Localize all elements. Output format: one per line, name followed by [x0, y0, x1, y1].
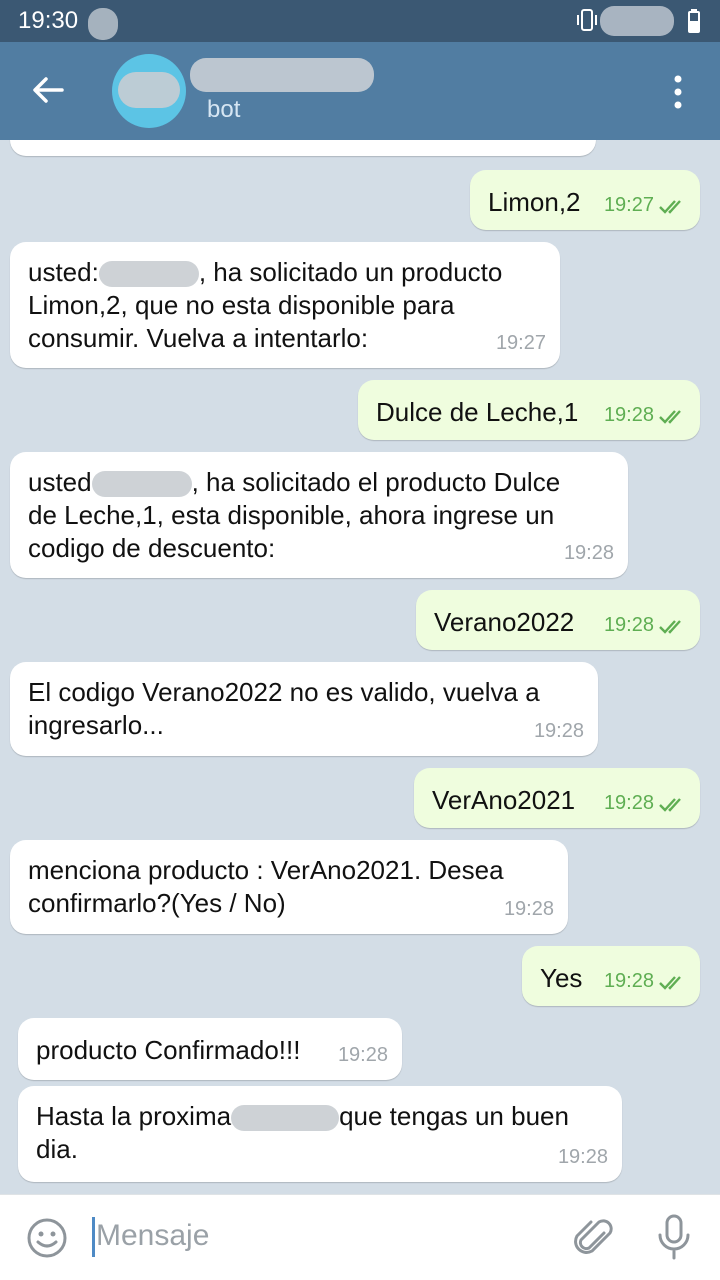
- double-check-icon: [659, 619, 681, 634]
- message-time: 19:28: [503, 898, 554, 920]
- message-time: 19:28: [533, 720, 584, 742]
- message-incoming[interactable]: usted:, ha solicitado un producto Limon,…: [10, 242, 560, 368]
- message-outgoing[interactable]: Dulce de Leche,1 19:28: [358, 380, 700, 440]
- message-outgoing[interactable]: Verano2022 19:28: [416, 590, 700, 650]
- message-outgoing[interactable]: Yes 19:28: [522, 946, 700, 1006]
- notification-icon: [88, 8, 118, 40]
- microphone-icon[interactable]: [656, 1213, 692, 1261]
- message-text: menciona producto : VerAno2021. Desea co…: [28, 855, 504, 918]
- redacted-name: [98, 261, 199, 288]
- message-time: 19:28: [603, 404, 654, 426]
- message-meta: 19:28: [604, 609, 688, 642]
- message-meta: 19:27: [604, 189, 688, 222]
- message-time: 19:28: [337, 1044, 388, 1066]
- message-time: 19:27: [603, 194, 654, 216]
- avatar-redaction: [118, 72, 180, 108]
- message-meta: 19:28: [604, 399, 688, 432]
- message-time: 19:28: [563, 542, 614, 564]
- message-outgoing[interactable]: Limon,2 19:27: [470, 170, 700, 230]
- message-composer: Mensaje: [0, 1194, 720, 1280]
- message-incoming[interactable]: menciona producto : VerAno2021. Desea co…: [10, 840, 568, 934]
- message-text: usted:, ha solicitado un producto Limon,…: [28, 256, 542, 355]
- text-caret: [92, 1217, 95, 1257]
- message-input[interactable]: Mensaje: [96, 1219, 209, 1253]
- message-time: 19:27: [495, 332, 546, 354]
- double-check-icon: [659, 409, 681, 424]
- message-text: El codigo Verano2022 no es valido, vuelv…: [28, 677, 540, 740]
- emoji-icon[interactable]: [26, 1217, 68, 1259]
- message-time: 19:28: [603, 970, 654, 992]
- avatar[interactable]: [112, 54, 186, 128]
- message-time: 19:28: [603, 792, 654, 814]
- message-text-part: usted:: [28, 257, 99, 287]
- message-text: producto Confirmado!!!: [36, 1035, 301, 1065]
- status-bar: 19:30: [0, 0, 720, 42]
- double-check-icon: [659, 199, 681, 214]
- message-meta: 19:28: [604, 787, 688, 820]
- message-incoming[interactable]: producto Confirmado!!! 19:28: [18, 1018, 402, 1080]
- message-meta: 19:28: [604, 965, 688, 998]
- chat-header: bot: [0, 42, 720, 140]
- more-vertical-icon[interactable]: [668, 72, 688, 112]
- redacted-name: [91, 471, 192, 498]
- message-time: 19:28: [603, 614, 654, 636]
- message-incoming[interactable]: 19:27: [10, 140, 596, 156]
- chat-title-redacted[interactable]: [190, 58, 374, 92]
- message-incoming[interactable]: Hasta la proxima que tengas un buen dia. …: [18, 1086, 622, 1182]
- double-check-icon: [659, 797, 681, 812]
- chat-subtitle: bot: [207, 96, 241, 123]
- message-outgoing[interactable]: VerAno2021 19:28: [414, 768, 700, 828]
- double-check-icon: [659, 975, 681, 990]
- signal-icon: [600, 6, 674, 36]
- redacted-name: [231, 1105, 340, 1132]
- vibrate-icon: [577, 9, 597, 31]
- paperclip-icon[interactable]: [574, 1215, 614, 1261]
- message-list[interactable]: 19:27 Limon,2 19:27 usted:, ha solicitad…: [0, 140, 720, 1194]
- status-time: 19:30: [18, 7, 79, 34]
- message-incoming[interactable]: usted, ha solicitado el producto Dulce d…: [10, 452, 628, 578]
- battery-icon: [688, 9, 700, 33]
- message-time: 19:28: [557, 1146, 608, 1168]
- arrow-left-icon[interactable]: [30, 72, 66, 108]
- message-text: usted, ha solicitado el producto Dulce d…: [28, 466, 610, 565]
- message-incoming[interactable]: El codigo Verano2022 no es valido, vuelv…: [10, 662, 598, 756]
- message-text: Hasta la proxima que tengas un buen dia.: [36, 1100, 604, 1166]
- message-time: 19:27: [532, 140, 582, 150]
- message-text-part: usted: [28, 467, 92, 497]
- message-text-part: Hasta la proxima: [36, 1101, 232, 1131]
